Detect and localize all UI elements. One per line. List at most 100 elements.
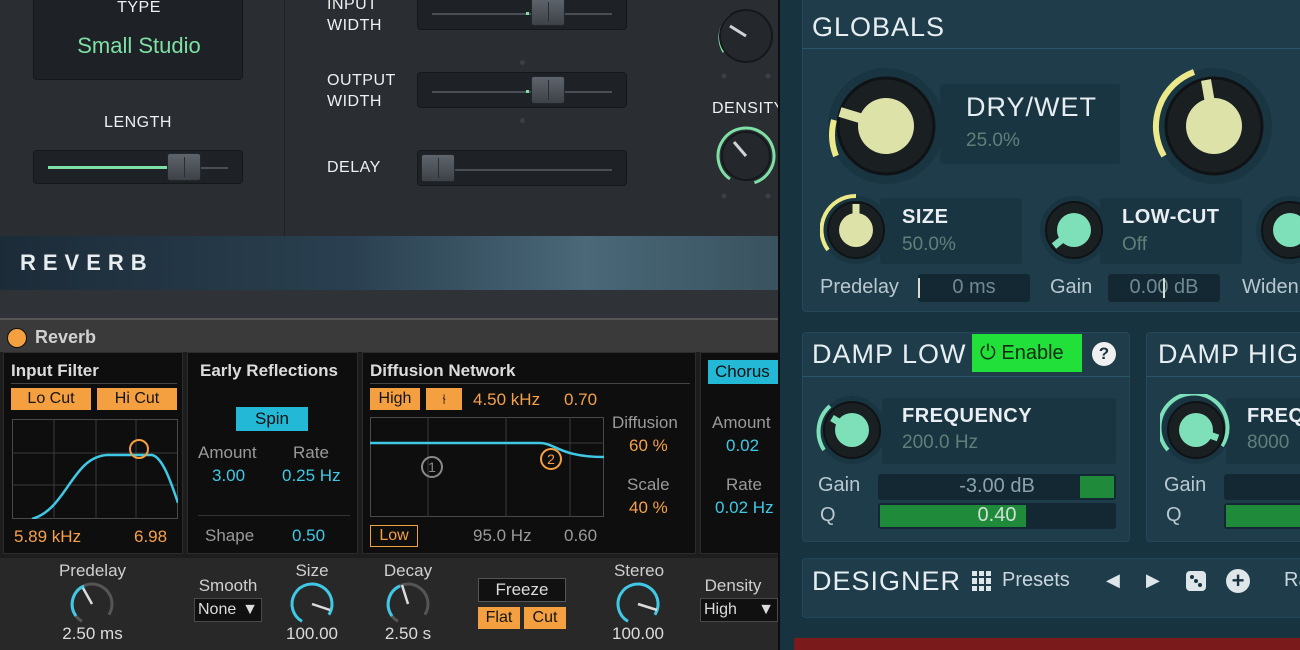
drywet-knob — [828, 68, 944, 184]
reverb-banner: REVERB — [0, 236, 780, 290]
low-freq[interactable]: 95.0 Hz — [473, 526, 532, 546]
dl-gain-value: -3.00 dB — [959, 475, 1035, 497]
globals-knobs[interactable] — [820, 60, 1300, 270]
decay-label: Decay — [383, 561, 433, 580]
input-width-track — [432, 13, 612, 15]
help-icon[interactable]: ? — [1092, 342, 1116, 366]
dh-frequency-knob[interactable] — [1160, 394, 1236, 470]
dl-q-field[interactable]: 0.40 — [878, 503, 1116, 529]
divider — [802, 48, 1300, 49]
frequency-knob[interactable] — [816, 394, 892, 470]
next-preset-icon[interactable]: ▶ — [1146, 570, 1160, 591]
scale-value[interactable]: 40 % — [629, 498, 668, 518]
chorus-button[interactable]: Chorus — [708, 360, 780, 384]
power-icon: ⏻ — [980, 342, 996, 364]
er-amount-value[interactable]: 3.00 — [212, 466, 245, 486]
filter-freq[interactable]: 5.89 kHz — [14, 527, 81, 547]
chorus-amount-value[interactable]: 0.02 — [726, 436, 759, 456]
enable-button[interactable]: ⏻ Enable — [972, 334, 1082, 372]
reverb-banner-text: REVERB — [20, 250, 154, 275]
delay-thumb[interactable] — [421, 154, 455, 182]
scale-label: Scale — [627, 475, 670, 494]
randomize-dice-icon[interactable] — [1186, 571, 1206, 591]
high-val[interactable]: 0.70 — [564, 390, 597, 410]
divider — [802, 376, 1130, 377]
input-width-thumb[interactable] — [531, 0, 565, 26]
divider — [284, 0, 285, 236]
spin-button[interactable]: Spin — [236, 407, 308, 431]
predelay-field[interactable]: 0 ms — [918, 274, 1030, 302]
dh-freq-value[interactable]: 8000 — [1247, 432, 1289, 454]
size-knob — [290, 582, 334, 626]
output-width-thumb[interactable] — [531, 76, 565, 104]
er-rate-value[interactable]: 0.25 Hz — [282, 466, 341, 486]
dh-gain-label: Gain — [1164, 474, 1207, 496]
low-val[interactable]: 0.60 — [564, 526, 597, 546]
density-dropdown[interactable]: High ▼ — [700, 598, 778, 622]
diffusion-graph[interactable] — [370, 417, 604, 517]
input-width-slider[interactable] — [417, 0, 627, 30]
gain-label: Gain — [1050, 276, 1093, 298]
stereo-knob — [616, 582, 660, 626]
top-knob[interactable] — [718, 9, 773, 79]
er-amount-label: Amount — [198, 443, 257, 462]
device-power-icon[interactable] — [7, 328, 27, 348]
chorus-rate-label: Rate — [726, 475, 762, 494]
lo-cut-button[interactable]: Lo Cut — [11, 388, 91, 410]
delay-label: DELAY — [327, 159, 381, 176]
dh-gain-field[interactable] — [1224, 474, 1300, 500]
type-label: TYPE — [117, 0, 161, 16]
input-width-label: INPUT WIDTH — [327, 0, 382, 34]
length-fill — [48, 166, 174, 169]
ableton-reverb-device: Reverb Input Filter Lo Cut Hi Cut 5.89 k… — [0, 318, 780, 650]
filter-width[interactable]: 6.98 — [134, 527, 167, 547]
output-width-marker — [526, 90, 529, 93]
predelay-knob — [70, 582, 114, 626]
designer-title: DESIGNER — [812, 566, 962, 596]
presets-button[interactable]: Presets — [1002, 569, 1070, 592]
diffusion-node-1[interactable]: 1 — [421, 456, 443, 478]
diffusion-network-panel: Diffusion Network High ⫮ 4.50 kHz 0.70 1… — [362, 352, 696, 554]
hi-cut-button[interactable]: Hi Cut — [97, 388, 177, 410]
diffusion-value[interactable]: 60 % — [629, 436, 668, 456]
frequency-value[interactable]: 200.0 Hz — [902, 432, 978, 454]
type-value: Small Studio — [77, 33, 201, 58]
high-toggle[interactable]: High — [370, 388, 420, 410]
widen-label: Widen — [1242, 276, 1299, 298]
shape-value[interactable]: 0.50 — [292, 526, 325, 546]
type-selector[interactable]: TYPE Small Studio — [33, 0, 243, 80]
bottom-knob-graphics[interactable] — [0, 580, 680, 630]
decay-knob — [386, 582, 430, 626]
output-width-track — [432, 91, 612, 93]
gain-field[interactable]: 0.00 dB — [1108, 274, 1220, 302]
predelay-label: Predelay — [58, 561, 127, 580]
dh-q-field[interactable] — [1224, 503, 1300, 529]
dl-gain-field[interactable]: -3.00 dB — [878, 474, 1116, 500]
shelf-icon[interactable]: ⫮ — [426, 388, 462, 410]
output-width-slider[interactable] — [417, 72, 627, 108]
damp-low-title: DAMP LOW — [812, 339, 967, 369]
diffusion-network-title: Diffusion Network — [370, 361, 516, 380]
divider — [198, 515, 350, 516]
low-toggle[interactable]: Low — [370, 525, 418, 547]
prev-preset-icon[interactable]: ◀ — [1106, 570, 1120, 591]
add-icon[interactable]: + — [1226, 569, 1250, 593]
high-freq[interactable]: 4.50 kHz — [473, 390, 540, 410]
shape-label: Shape — [205, 526, 255, 545]
chorus-rate-value[interactable]: 0.02 Hz — [715, 498, 774, 518]
size-label: Size — [295, 561, 329, 580]
device-titlebar: Reverb — [0, 318, 780, 352]
length-slider[interactable] — [33, 150, 243, 184]
input-filter-panel: Input Filter Lo Cut Hi Cut 5.89 kHz 6.98 — [3, 352, 183, 554]
delay-track — [432, 169, 612, 171]
second-dw-knob — [1152, 68, 1272, 184]
density-knob[interactable] — [708, 117, 780, 199]
length-thumb[interactable] — [167, 153, 201, 181]
presets-grid-icon[interactable] — [972, 571, 992, 591]
diffusion-node-2[interactable]: 2 — [540, 448, 562, 470]
filter-graph[interactable] — [12, 419, 178, 519]
diffusion-label: Diffusion — [612, 413, 678, 432]
dl-q-label: Q — [820, 504, 836, 526]
enable-label: Enable — [1001, 342, 1064, 364]
delay-slider[interactable] — [417, 150, 627, 186]
